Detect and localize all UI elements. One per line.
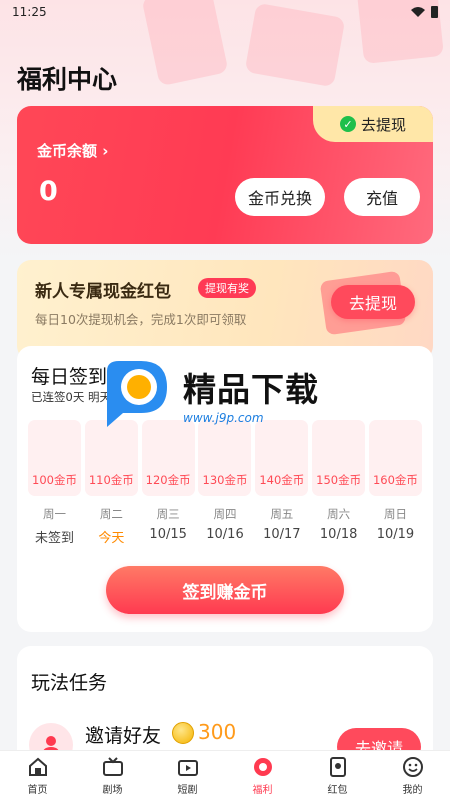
day-weekday: 周五 [270,507,294,521]
signin-day[interactable]: 100金币 周一 未签到 [28,420,81,546]
day-date: 10/17 [263,527,301,542]
signin-earn-coins-button[interactable]: 签到赚金币 [106,566,344,614]
page-title: 福利中心 [17,65,118,94]
signin-day[interactable]: 160金币 周日 10/19 [368,420,422,546]
newbie-red-packet-card[interactable]: 新人专属现金红包 提现有奖 每日10次提现机会，完成1次即可领取 去提现 [17,260,433,360]
day-date: 10/19 [376,527,415,542]
day-reward: 100金币 [28,420,81,496]
tab-label: 首页 [27,784,48,796]
coin-exchange-button[interactable]: 金币兑换 [235,178,325,216]
day-date: 10/16 [206,527,244,542]
tab-welfare[interactable]: 福利 [225,751,300,800]
tasks-title: 玩法任务 [31,672,108,694]
tab-home[interactable]: 首页 [0,751,75,800]
signin-day[interactable]: 140金币 周五 10/17 [255,420,309,546]
balance-value: 0 [39,176,58,207]
day-weekday: 周一 [43,507,66,521]
signin-days: 100金币 周一 未签到 110金币 周二 今天 120金币 周三 10/15 … [28,420,422,546]
newbie-badge: 提现有奖 [198,278,256,298]
newbie-title: 新人专属现金红包 [35,282,171,302]
day-weekday: 周二 [99,507,123,521]
wifi-icon [411,7,425,17]
tab-short-drama[interactable]: 短剧 [150,751,225,800]
day-weekday: 周四 [213,507,237,521]
tab-label: 短剧 [177,784,198,796]
day-date: 今天 [98,531,125,546]
check-icon: ✓ [339,116,356,132]
signin-day[interactable]: 110金币 周二 今天 [84,420,138,546]
day-reward: 160金币 [368,420,422,496]
day-date: 10/15 [149,527,187,542]
day-weekday: 周日 [383,507,407,521]
newbie-subtitle: 每日10次提现机会，完成1次即可领取 [35,312,247,327]
day-reward: 140金币 [255,420,309,496]
home-icon [28,757,47,776]
recharge-button[interactable]: 充值 [344,178,420,216]
day-weekday: 周六 [327,507,351,521]
tab-profile[interactable]: 我的 [375,751,450,800]
balance-card: ✓ 去提现 金币余额 › 0 金币兑换 充值 [17,106,433,244]
day-reward: 120金币 [141,420,195,496]
theater-icon [102,756,123,776]
day-date: 未签到 [34,531,74,546]
gift-icon [253,757,272,776]
status-bar: 11:25 [0,0,450,24]
profile-icon [402,756,423,777]
coin-icon [172,722,194,744]
tab-label: 我的 [402,784,423,796]
tasks-card: 玩法任务 邀请好友 300 去邀请 [17,646,433,766]
go-withdraw-button[interactable]: 去提现 [331,285,415,319]
signin-day[interactable]: 120金币 周三 10/15 [141,420,195,546]
battery-icon [431,6,438,18]
signin-day[interactable]: 150金币 周六 10/18 [312,420,366,546]
tab-label: 剧场 [102,784,123,796]
tab-label: 福利 [252,784,273,796]
day-reward: 130金币 [198,420,252,496]
red-packet-icon [329,756,346,777]
withdraw-tag-button[interactable]: ✓ 去提现 [313,106,433,142]
tab-label: 红包 [327,784,348,796]
day-date: 10/18 [319,527,358,542]
withdraw-tag-label: 去提现 [360,115,406,134]
tv-icon [177,759,198,776]
task-name: 邀请好友 [85,725,162,747]
balance-label-link[interactable]: 金币余额 › [37,140,108,161]
signin-day[interactable]: 130金币 周四 10/16 [198,420,252,546]
day-weekday: 周三 [156,507,180,521]
day-reward: 110金币 [84,420,138,496]
task-reward: 300 [198,720,237,744]
daily-signin-card: 每日签到 已连签0天 明天继续签到 100金币 周一 未签到 110金币 周二 … [17,346,433,632]
tab-theater[interactable]: 剧场 [75,751,150,800]
bottom-tab-bar: 首页 剧场 短剧 福利 红包 我的 [0,750,450,800]
signin-subtitle: 已连签0天 明天继续签到 [31,390,157,404]
status-icons [411,6,438,18]
status-time: 11:25 [12,5,47,19]
day-reward: 150金币 [312,420,366,496]
tab-red-packet[interactable]: 红包 [300,751,375,800]
signin-title: 每日签到 [31,366,108,388]
